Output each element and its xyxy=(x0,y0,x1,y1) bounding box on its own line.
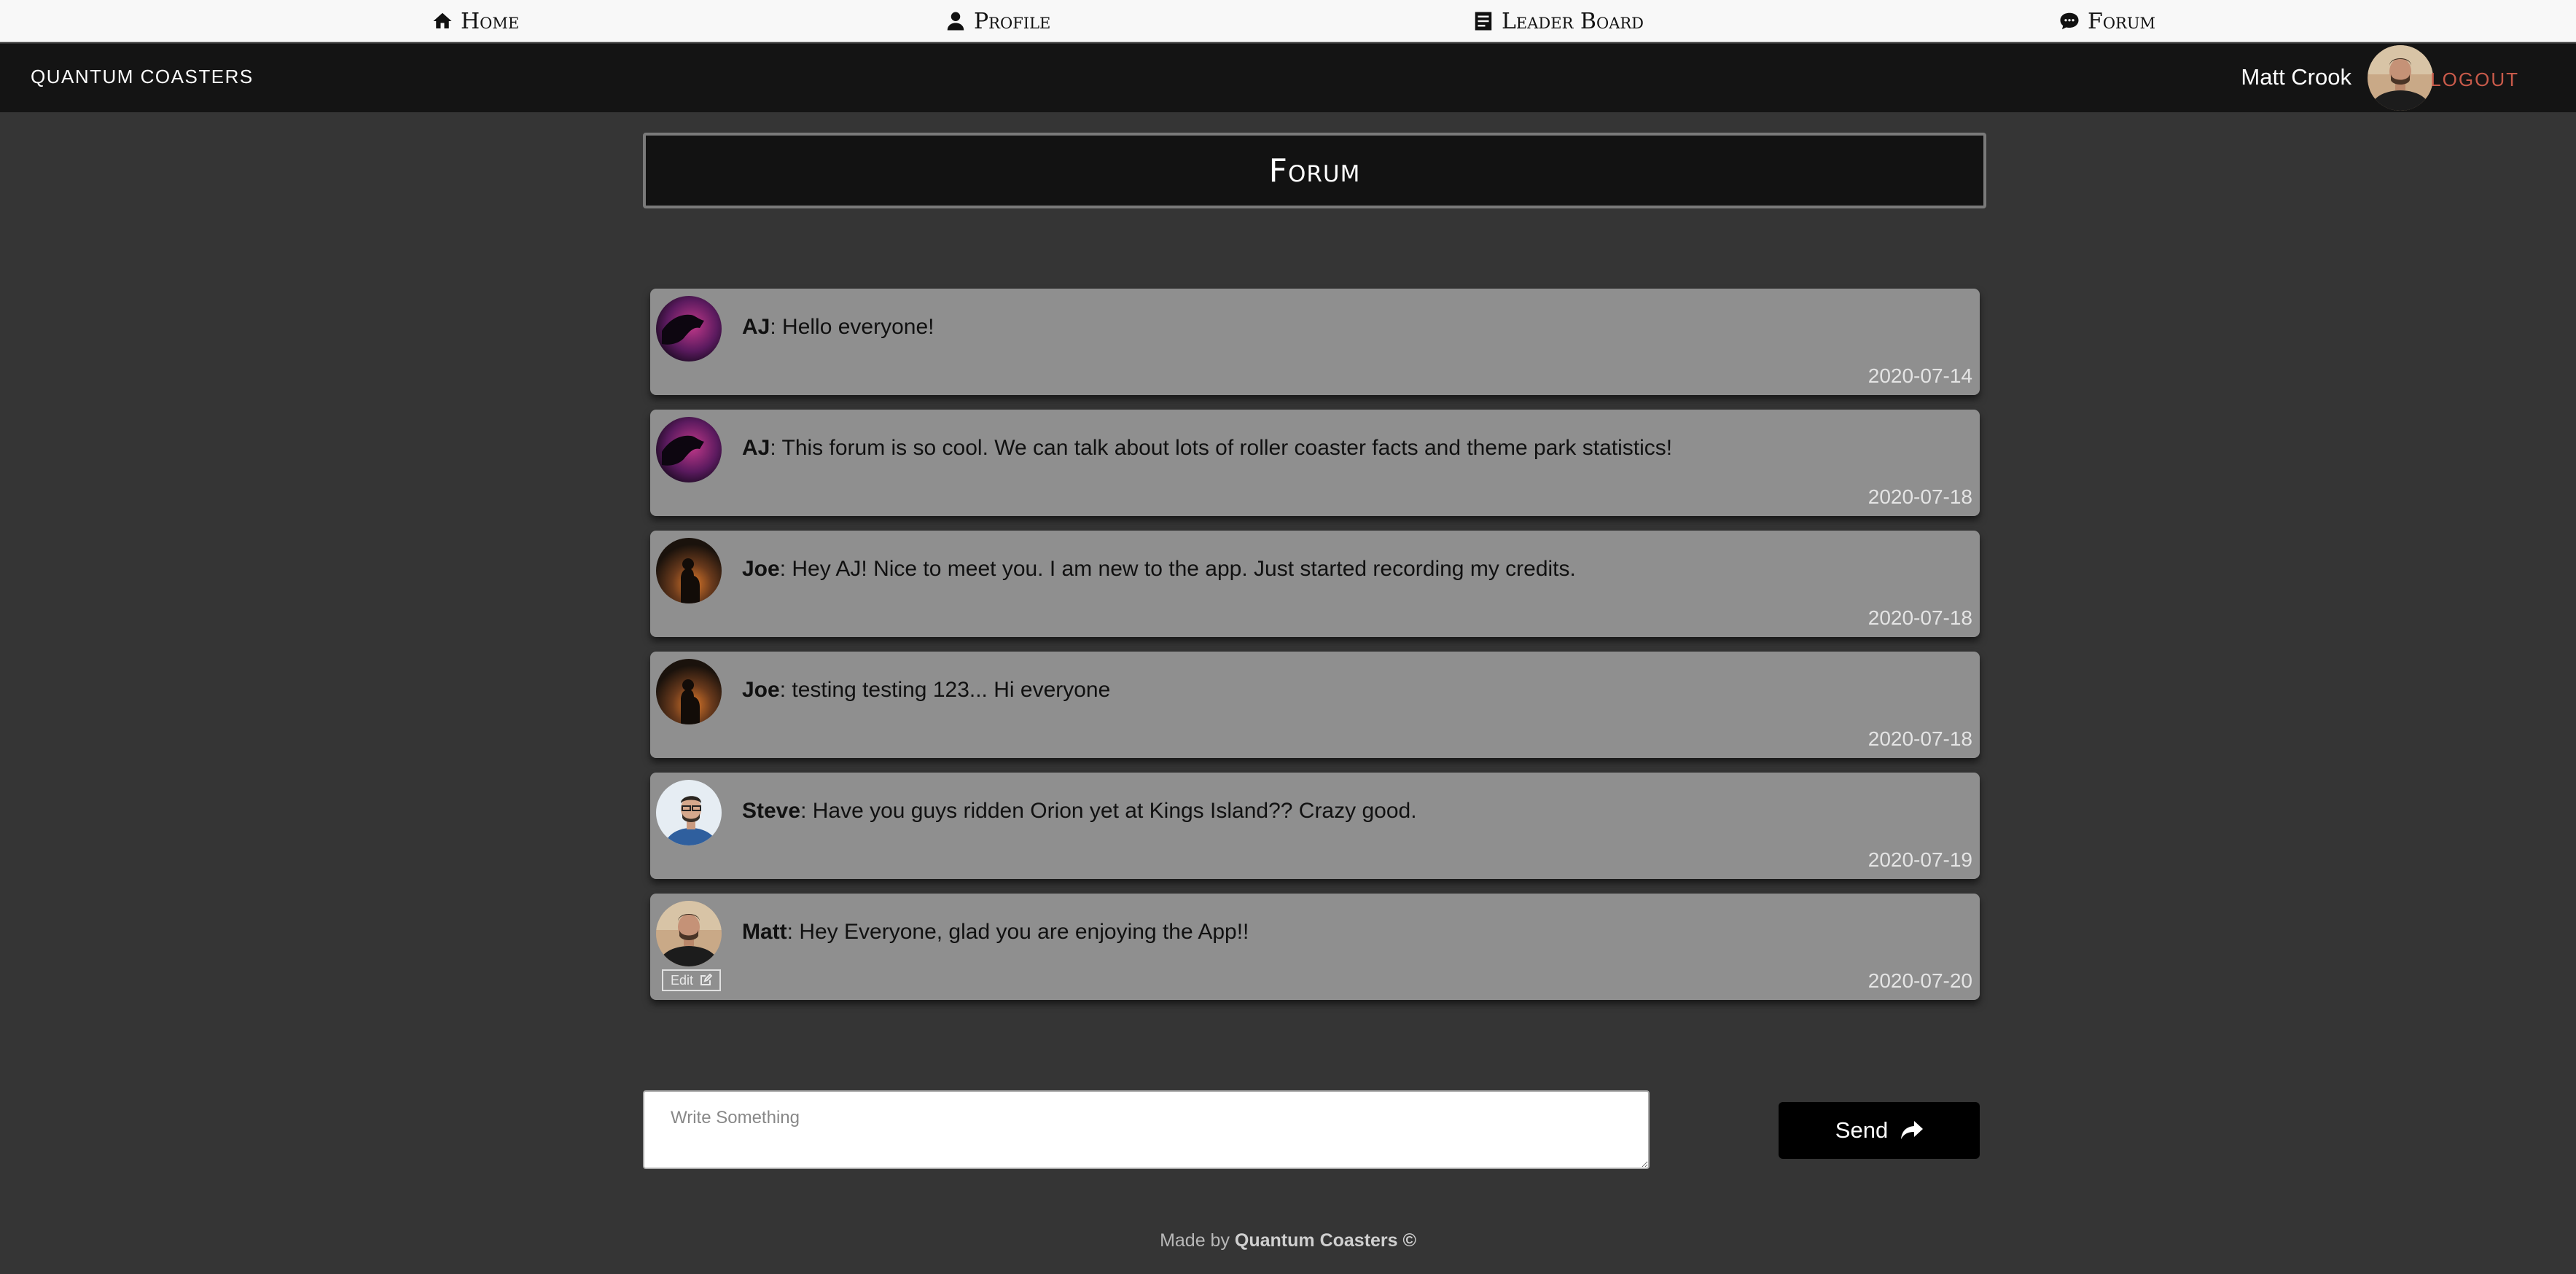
message-list: AJ: Hello everyone! 2020-07-14 AJ: This … xyxy=(650,289,1980,1015)
edit-button-label: Edit xyxy=(671,972,694,988)
footer: Made by Quantum Coasters © xyxy=(0,1230,2576,1251)
list-item: Matt: Hey Everyone, glad you are enjoyin… xyxy=(650,894,1980,1000)
list-item: Steve: Have you guys ridden Orion yet at… xyxy=(650,773,1980,879)
user-icon xyxy=(947,12,964,31)
message-body: : Hey Everyone, glad you are enjoying th… xyxy=(787,920,1249,944)
message-text: Joe: Hey AJ! Nice to meet you. I am new … xyxy=(742,557,1576,582)
send-button[interactable]: Send xyxy=(1779,1102,1980,1159)
message-author: Joe xyxy=(742,557,780,581)
top-navigation: Home Profile Leader Board Forum xyxy=(0,0,2576,42)
edit-button[interactable]: Edit xyxy=(662,969,722,991)
message-date: 2020-07-18 xyxy=(1867,485,1972,508)
message-body: : This forum is so cool. We can talk abo… xyxy=(770,436,1673,460)
app-header: QUANTUM COASTERS Matt Crook LOGOUT xyxy=(0,44,2576,112)
footer-brand: Quantum Coasters © xyxy=(1234,1230,1416,1251)
logout-button[interactable]: LOGOUT xyxy=(2430,69,2519,91)
message-author: Joe xyxy=(742,678,780,702)
message-text: Matt: Hey Everyone, glad you are enjoyin… xyxy=(742,920,1249,945)
nav-profile-label: Profile xyxy=(974,8,1051,34)
list-icon xyxy=(1475,12,1492,31)
message-text: AJ: Hello everyone! xyxy=(742,315,934,340)
list-item: AJ: This forum is so cool. We can talk a… xyxy=(650,410,1980,516)
list-item: Joe: Hey AJ! Nice to meet you. I am new … xyxy=(650,531,1980,637)
nav-home-label: Home xyxy=(461,8,520,34)
message-date: 2020-07-18 xyxy=(1867,606,1972,629)
avatar xyxy=(656,780,722,845)
message-date: 2020-07-14 xyxy=(1867,364,1972,387)
avatar xyxy=(656,901,722,966)
message-date: 2020-07-18 xyxy=(1867,727,1972,750)
nav-leaderboard-label: Leader Board xyxy=(1502,8,1644,34)
edit-square-icon xyxy=(700,974,713,985)
avatar xyxy=(656,659,722,724)
nav-forum[interactable]: Forum xyxy=(2058,6,2155,36)
footer-prefix: Made by xyxy=(1160,1230,1235,1251)
message-author: Matt xyxy=(742,920,787,944)
page-title-box: Forum xyxy=(643,133,1986,208)
avatar xyxy=(656,538,722,603)
list-item: AJ: Hello everyone! 2020-07-14 xyxy=(650,289,1980,395)
message-body: : Hello everyone! xyxy=(770,315,934,339)
message-body: : testing testing 123... Hi everyone xyxy=(779,678,1111,702)
nav-leaderboard[interactable]: Leader Board xyxy=(1472,6,1644,36)
nav-profile[interactable]: Profile xyxy=(945,6,1050,36)
current-username: Matt Crook xyxy=(2241,64,2351,90)
message-text: Steve: Have you guys ridden Orion yet at… xyxy=(742,799,1417,824)
message-author: AJ xyxy=(742,315,770,339)
message-text: Joe: testing testing 123... Hi everyone xyxy=(742,678,1110,703)
chat-bubble-icon xyxy=(2060,12,2079,30)
avatar[interactable] xyxy=(2368,45,2433,111)
avatar xyxy=(656,296,722,362)
brand-name[interactable]: QUANTUM COASTERS xyxy=(31,66,254,88)
list-item: Joe: testing testing 123... Hi everyone … xyxy=(650,652,1980,758)
message-date: 2020-07-19 xyxy=(1867,848,1972,871)
nav-forum-label: Forum xyxy=(2088,8,2156,34)
message-text: AJ: This forum is so cool. We can talk a… xyxy=(742,436,1672,461)
avatar xyxy=(656,417,722,482)
send-button-label: Send xyxy=(1835,1117,1889,1143)
share-arrow-icon xyxy=(1901,1121,1924,1139)
page-title: Forum xyxy=(1268,152,1361,189)
message-input[interactable] xyxy=(643,1090,1650,1169)
message-author: AJ xyxy=(742,436,770,460)
message-date: 2020-07-20 xyxy=(1867,969,1972,992)
message-body: : Hey AJ! Nice to meet you. I am new to … xyxy=(779,557,1576,581)
message-author: Steve xyxy=(742,799,801,823)
message-body: : Have you guys ridden Orion yet at King… xyxy=(800,799,1417,823)
home-icon xyxy=(433,12,452,28)
nav-home[interactable]: Home xyxy=(432,6,519,36)
